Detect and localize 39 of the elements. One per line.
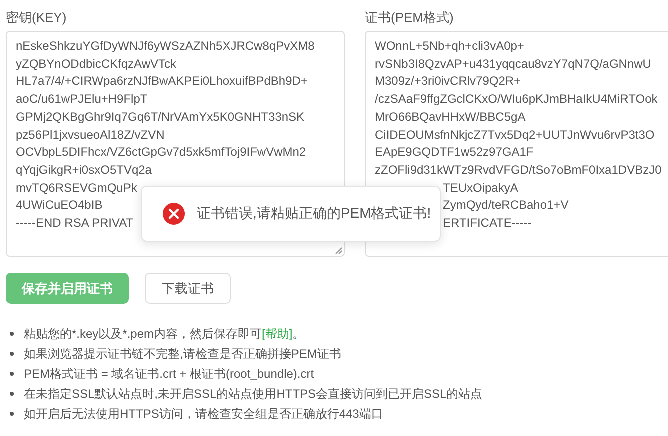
pem-line: pz56Pl1jxvsueoAl18Z/vZVN [16,126,165,144]
pem-line: WOnnL+5Nb+qh+cli3vA0p+ [375,38,524,55]
pem-line: M309z/+3ri0ivCRlv79Q2R+ [375,73,522,90]
pem-line: qYqjGikgR+i0sxO5TVq2a [16,162,152,179]
tip-text: PEM格式证书 = 域名证书.crt + 根证书(root_bundle).crt [24,366,314,382]
pem-line: 4UWiCuEO4bIB [16,197,103,214]
field-label: 密钥(KEY) [6,10,68,26]
tip-text: 如果浏览器提示证书链不完整,请检查是否正确拼接PEM证书 [24,346,342,362]
help-link[interactable]: [帮助] [262,326,293,340]
pem-line: mvTQ6RSEVGmQuPk [16,180,138,197]
toast-message: 证书错误,请粘贴正确的PEM格式证书! [197,205,432,223]
pem-line: zZOFli9d31kWTz9RvdVFGD/tSo7oBmF0Ixa1DVBzJ0 [375,162,662,179]
resize-grip-icon[interactable] [335,247,342,254]
save-button[interactable]: 保存并启用证书 [6,273,129,304]
pem-line: GPMj2QKBgGhr9Iq7Gq6T/NrVAmYx5K0GNHT33nSK [16,108,305,126]
pem-line: rvSNb3I8QzvAP+u431yqqcau8vzY7qN7Q/aGNnwU [375,56,652,73]
pem-line: /czSAaF9ffgZGclCKxO/WIu6pKJmBHaIkU4MiRTOok [375,91,658,108]
bullet-icon [10,332,14,336]
tip-text: 如开启后无法使用HTTPS访问，请检查安全组是否正确放行443端口 [24,406,384,422]
pem-line: -----END RSA PRIVAT [16,215,134,232]
pem-line: nEskeShkzuYGfDyWNJf6yWSzAZNh5XJRCw8qPvXM8 [16,38,315,55]
field-label: 证书(PEM格式) [365,10,455,26]
pem-line: ERTIFICATE----- [443,215,532,232]
pem-line: aoC/u61wPJElu+H9FlpT [16,91,148,108]
bullet-icon [10,412,14,416]
bullet-icon [10,372,14,376]
pem-line: TEUxOipakyA [443,180,518,197]
pem-line: EApE9GQDTF1w52z97GA1F [375,144,534,162]
tip-text: 在未指定SSL默认站点时,未开启SSL的站点使用HTTPS会直接访问到已开启SSL的站点 [24,386,483,402]
tip-text: 粘贴您的*.key以及*.pem内容，然后保存即可[帮助]。 [24,326,305,342]
pem-line: ZymQyd/teRCBaho1+V [443,197,569,214]
pem-line: yZQBYnODdbicCKfqzAwVTck [16,56,176,73]
pem-line: HL7a7/4/+CIRWpa6rzNJfBwAKPEi0LhoxuifBPdBh9D+ [16,73,308,90]
download-button[interactable]: 下载证书 [145,273,231,304]
bullet-icon [10,392,14,396]
pem-line: OCVbpL5DIFhcx/VZ6ctGpGv7d5xk5mfToj9IFwVwMn2 [16,144,306,162]
pem-line: MrO66BQavHHxW/BBC5gA [375,108,526,126]
pem-line: CiIDEOUMsfnNkjcZ7Tvx5Dq2+UUTJnWvu6rvP3t3O [375,126,655,144]
bullet-icon [10,352,14,356]
